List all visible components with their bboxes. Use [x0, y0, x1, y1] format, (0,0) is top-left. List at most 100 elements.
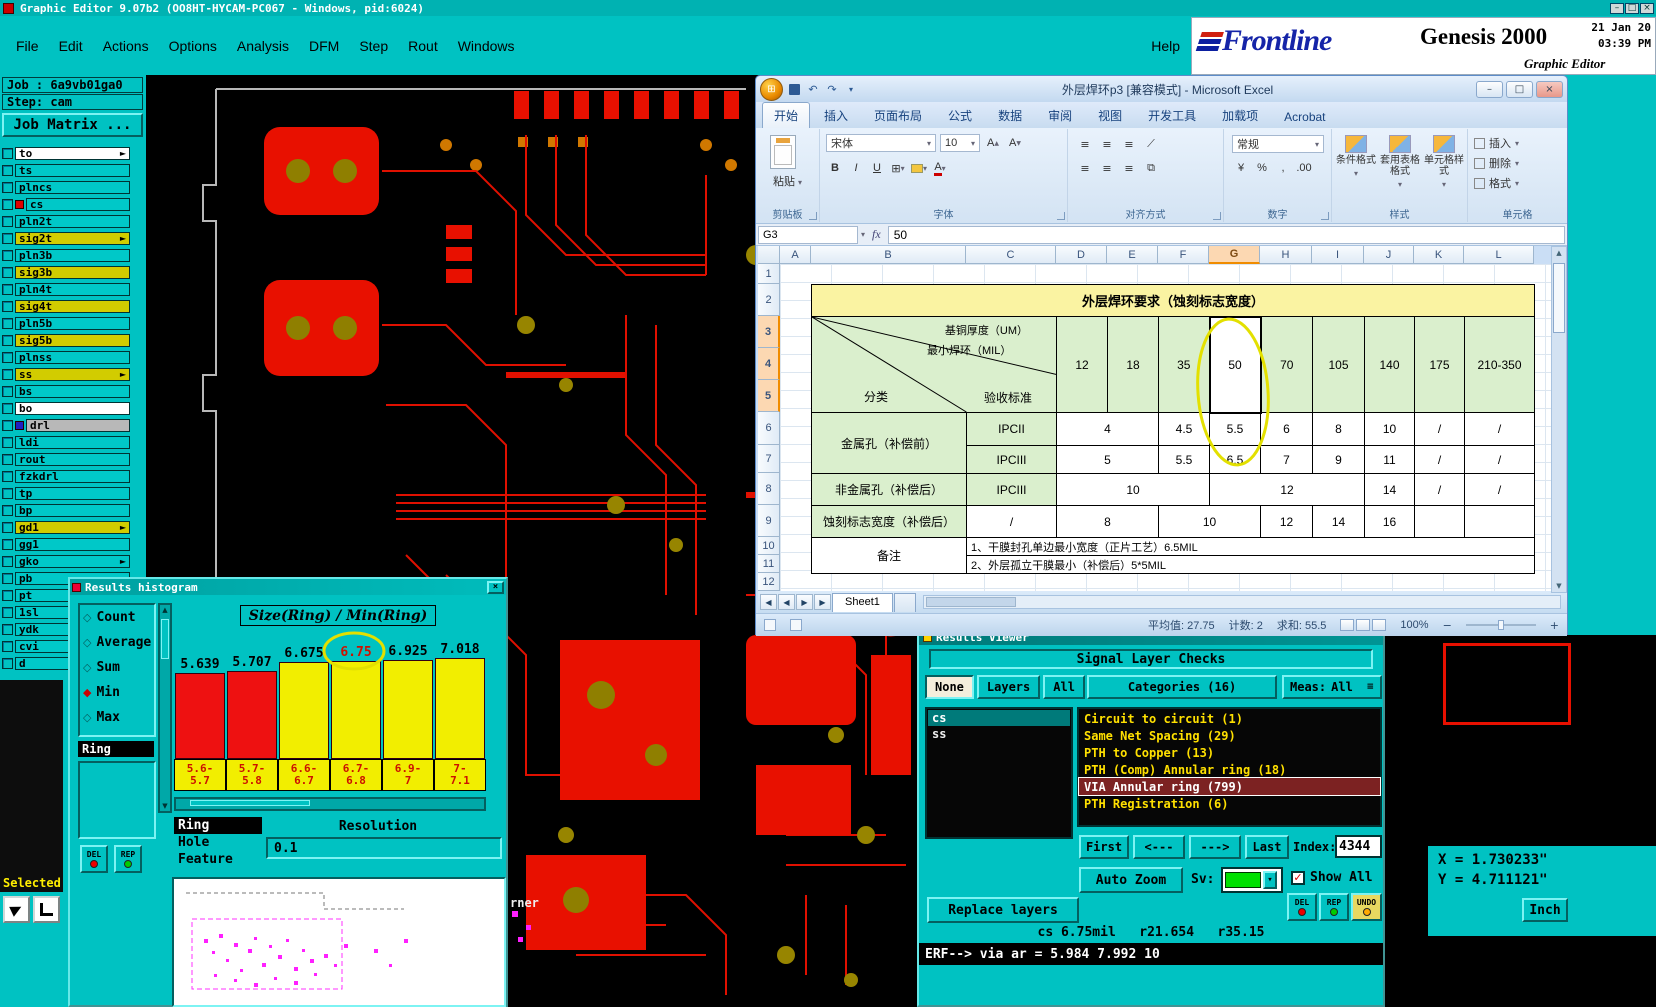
zoom-slider[interactable]	[1465, 620, 1536, 630]
data-cell[interactable]: 10	[1056, 473, 1210, 506]
page-layout-view-icon[interactable]	[1356, 619, 1371, 631]
layer-chip[interactable]: ts	[15, 164, 130, 177]
layer-checkbox[interactable]	[2, 454, 13, 465]
font-color-icon[interactable]: A ▾	[931, 159, 949, 177]
data-cell[interactable]: 5.5	[1209, 412, 1261, 446]
data-cell[interactable]: 8	[1056, 505, 1159, 538]
percent-icon[interactable]: %	[1253, 159, 1271, 177]
align-right-icon[interactable]: ≡	[1120, 159, 1138, 177]
ribbon-tab[interactable]: 视图	[1086, 102, 1134, 128]
ribbon-tab[interactable]: 数据	[986, 102, 1034, 128]
dialog-launcher-icon[interactable]	[1321, 212, 1329, 220]
repair-button[interactable]: REP	[1319, 893, 1349, 921]
data-cell[interactable]: 9	[1312, 445, 1365, 474]
style-button[interactable]: 套用表格格式 ▾	[1378, 135, 1422, 190]
data-cell[interactable]: 14	[1312, 505, 1365, 538]
layer-row[interactable]: sig3b	[0, 264, 146, 281]
col-header-cell[interactable]: 12	[1056, 316, 1108, 413]
units-button[interactable]: Inch	[1522, 898, 1568, 922]
histogram-bin[interactable]: 6.925 6.9- 7	[382, 644, 434, 791]
layer-checkbox[interactable]	[2, 352, 13, 363]
layer-row[interactable]: fzkdrl	[0, 468, 146, 485]
layer-row[interactable]: bp	[0, 502, 146, 519]
font-name-select[interactable]: 宋体 ▾	[826, 134, 936, 152]
filter-button[interactable]: Layers	[976, 675, 1041, 699]
sheet-horizontal-scrollbar[interactable]	[922, 595, 1561, 609]
color-select-dropdown[interactable]: ▾	[1221, 867, 1283, 893]
row-header[interactable]: 12	[758, 573, 780, 591]
data-cell[interactable]: 11	[1364, 445, 1415, 474]
layer-chip[interactable]: fzkdrl	[15, 470, 130, 483]
layer-checkbox[interactable]	[2, 318, 13, 329]
layer-chip[interactable]: tp	[15, 487, 130, 500]
page-break-view-icon[interactable]	[1372, 619, 1387, 631]
layer-checkbox[interactable]	[2, 148, 13, 159]
layer-chip[interactable]: pln2t	[15, 215, 130, 228]
data-cell[interactable]: 5	[1056, 445, 1159, 474]
column-header[interactable]: B	[811, 246, 966, 264]
meas-dropdown[interactable]: Meas: All ≡	[1282, 675, 1382, 699]
dialog-launcher-icon[interactable]	[1213, 212, 1221, 220]
menu-item[interactable]: Rout	[408, 38, 438, 54]
data-cell[interactable]: 16	[1364, 505, 1415, 538]
stat-radio-item[interactable]: ◇ Count	[80, 605, 154, 630]
row-header[interactable]: 6	[758, 412, 780, 445]
sheet-tab[interactable]: Sheet1	[832, 592, 893, 612]
data-cell[interactable]: /	[1414, 445, 1465, 474]
layer-checkbox[interactable]	[2, 556, 13, 567]
column-header[interactable]: K	[1414, 246, 1464, 264]
zoom-in-icon[interactable]: +	[1550, 619, 1559, 632]
histogram-bin[interactable]: 7.018 7- 7.1	[434, 642, 486, 791]
border-icon[interactable]: ⊞ ▾	[889, 159, 907, 177]
col-header-cell[interactable]: 35	[1158, 316, 1210, 413]
align-bottom-icon[interactable]: ≡	[1120, 135, 1138, 153]
col-header-cell[interactable]: 210-350	[1464, 316, 1535, 413]
layer-chip[interactable]: sig3b	[15, 266, 130, 279]
fill-color-icon[interactable]: ▾	[910, 159, 928, 177]
note-cell[interactable]: 2、外层孤立干膜最小（补偿后）5*5MIL	[966, 555, 1535, 574]
data-cell[interactable]: 6.5	[1209, 445, 1261, 474]
categories-button[interactable]: Categories (16)	[1087, 675, 1277, 699]
data-cell[interactable]: 4	[1056, 412, 1159, 446]
layer-checkbox[interactable]	[2, 607, 13, 618]
category-item[interactable]: Circuit to circuit (1)	[1079, 710, 1380, 727]
layer-row[interactable]: cs	[0, 196, 146, 213]
layer-checkbox[interactable]	[2, 267, 13, 278]
insert-sheet-tab[interactable]	[893, 592, 916, 612]
stat-radio-item[interactable]: ◆ Min	[80, 680, 154, 705]
data-cell[interactable]: 4.5	[1158, 412, 1210, 446]
column-header[interactable]: G	[1209, 246, 1260, 264]
layer-checkbox[interactable]	[2, 369, 13, 380]
column-header[interactable]: E	[1107, 246, 1158, 264]
stat-radio-item[interactable]: ◇ Max	[80, 705, 154, 730]
layer-checkbox[interactable]	[2, 335, 13, 346]
col-header-cell[interactable]: 18	[1107, 316, 1159, 413]
cell-button[interactable]: 格式 ▾	[1470, 173, 1565, 193]
layer-chip[interactable]: sig4t	[15, 300, 130, 313]
corner-tool-button[interactable]	[33, 896, 60, 923]
name-box-dropdown-icon[interactable]: ▾	[861, 230, 865, 239]
italic-icon[interactable]: I	[847, 159, 865, 177]
data-cell[interactable]: 12	[1209, 473, 1365, 506]
data-cell[interactable]: 14	[1364, 473, 1415, 506]
menu-item[interactable]: Options	[169, 38, 217, 54]
menu-item-help[interactable]: Help	[1151, 38, 1180, 54]
ribbon-tab[interactable]: 审阅	[1036, 102, 1084, 128]
notes-label-cell[interactable]: 备注	[811, 537, 967, 574]
layer-row[interactable]: pln4t	[0, 281, 146, 298]
pcb-right-canvas[interactable]	[1386, 635, 1656, 1007]
layer-chip[interactable]: ss ►	[15, 368, 130, 381]
layer-row[interactable]: gko ►	[0, 553, 146, 570]
normal-view-icon[interactable]	[1340, 619, 1355, 631]
layer-row[interactable]: plnss	[0, 349, 146, 366]
layer-row[interactable]: pln3b	[0, 247, 146, 264]
column-header[interactable]: L	[1464, 246, 1534, 264]
data-cell[interactable]: 6	[1260, 412, 1313, 446]
undo-button[interactable]: UNDO	[1351, 893, 1382, 921]
column-header[interactable]: J	[1364, 246, 1414, 264]
ribbon-tab[interactable]: 开始	[762, 102, 811, 128]
histogram-bin[interactable]: 5.707 5.7- 5.8	[226, 655, 278, 791]
layer-item[interactable]: cs	[928, 710, 1070, 726]
paste-label[interactable]: 粘贴 ▾	[756, 173, 819, 189]
layer-chip[interactable]: bp	[15, 504, 130, 517]
